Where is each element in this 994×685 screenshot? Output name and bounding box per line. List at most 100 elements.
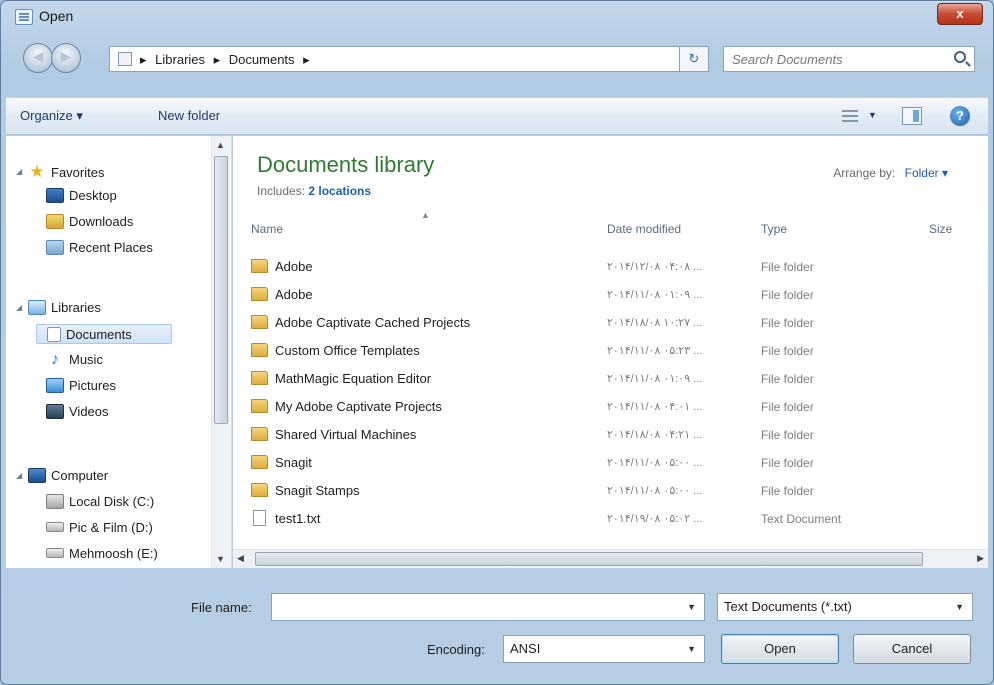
- file-type: File folder: [761, 484, 814, 498]
- file-type-select[interactable]: Text Documents (*.txt) ▼: [717, 593, 973, 621]
- preview-pane-icon[interactable]: [902, 107, 922, 125]
- crumb-documents[interactable]: Documents: [229, 52, 295, 67]
- file-name: Adobe: [251, 254, 313, 280]
- search-input[interactable]: [724, 47, 934, 71]
- back-button[interactable]: ◀: [23, 43, 53, 73]
- disk-icon: [46, 494, 64, 509]
- file-row[interactable]: My Adobe Captivate Projects ۲۰۱۴/۱۱/۰۸ ۰۴…: [251, 394, 961, 420]
- nav-item-videos[interactable]: Videos: [46, 402, 109, 422]
- horizontal-scrollbar[interactable]: ◀ ▶: [233, 549, 988, 568]
- nav-item-label: Local Disk (C:): [69, 494, 155, 509]
- nav-item-favorites[interactable]: ◢ ★ Favorites: [16, 162, 105, 182]
- nav-item-documents[interactable]: Documents: [36, 324, 172, 344]
- help-icon[interactable]: ?: [950, 106, 970, 126]
- nav-scrollbar[interactable]: ▲ ▼: [211, 136, 230, 568]
- file-name-text: Adobe: [275, 259, 313, 274]
- forward-button[interactable]: ▶: [51, 43, 81, 73]
- nav-item-libraries[interactable]: ◢ Libraries: [16, 298, 101, 318]
- column-header-type[interactable]: Type: [761, 222, 787, 236]
- file-row[interactable]: Adobe Captivate Cached Projects ۲۰۱۴/۱۸/۰…: [251, 310, 961, 336]
- open-button[interactable]: Open: [721, 634, 839, 664]
- column-header-size[interactable]: Size: [929, 222, 952, 236]
- nav-item-label: Music: [69, 352, 103, 367]
- nav-item-label: Computer: [51, 468, 109, 483]
- library-includes: Includes: 2 locations: [257, 184, 371, 198]
- expand-arrow-icon[interactable]: ◢: [16, 466, 22, 486]
- navigation-pane: ◢ ★ Favorites Desktop Downloads Recent Pla…: [6, 136, 232, 568]
- nav-item-label: Favorites: [51, 165, 105, 180]
- locations-link[interactable]: 2 locations: [308, 184, 371, 198]
- folder-icon: [251, 483, 268, 497]
- nav-item-label: Recent Places: [69, 240, 153, 255]
- file-row[interactable]: test1.txt ۲۰۱۴/۱۹/۰۸ ۰۵:۰۲ ... Text Docume…: [251, 506, 961, 532]
- computer-icon: [28, 468, 46, 483]
- arrange-by-dropdown[interactable]: Folder ▾: [905, 166, 948, 180]
- desktop-icon: [46, 188, 64, 203]
- nav-item-label: Mehmoosh (E:): [69, 546, 158, 561]
- scroll-thumb[interactable]: [255, 552, 923, 566]
- libraries-icon: [28, 300, 46, 315]
- scroll-down-icon[interactable]: ▼: [216, 554, 225, 564]
- nav-item-pic-film-d[interactable]: Pic & Film (D:): [46, 518, 153, 538]
- nav-item-mehmoosh-e[interactable]: Mehmoosh (E:): [46, 544, 158, 564]
- file-date: ۲۰۱۴/۱۸/۰۸ ۱۰:۲۷ ...: [607, 317, 703, 329]
- file-row[interactable]: Custom Office Templates ۲۰۱۴/۱۱/۰۸ ۰۵:۲۳ …: [251, 338, 961, 364]
- file-type: File folder: [761, 344, 814, 358]
- scroll-left-icon[interactable]: ◀: [237, 553, 244, 564]
- nav-item-local-disk-c[interactable]: Local Disk (C:): [46, 492, 154, 512]
- nav-item-downloads[interactable]: Downloads: [46, 212, 133, 232]
- organize-button[interactable]: Organize ▾: [20, 108, 83, 124]
- documents-icon: [47, 327, 61, 342]
- address-bar[interactable]: ▸ Libraries ▸ Documents ▸ ▼: [109, 46, 709, 72]
- refresh-button[interactable]: ↻: [679, 46, 709, 72]
- file-name-combo[interactable]: ▼: [271, 593, 705, 621]
- file-date: ۲۰۱۴/۱۱/۰۸ ۰۵:۲۳ ...: [607, 345, 703, 357]
- nav-item-computer[interactable]: ◢ Computer: [16, 466, 109, 486]
- file-type-dropdown-icon[interactable]: ▼: [955, 602, 964, 612]
- encoding-dropdown-icon[interactable]: ▼: [687, 644, 696, 654]
- sort-caret-icon: ▲: [421, 210, 430, 220]
- file-name: Snagit: [251, 450, 312, 476]
- encoding-select[interactable]: ANSI ▼: [503, 635, 705, 663]
- scroll-right-icon[interactable]: ▶: [977, 553, 984, 564]
- file-row[interactable]: Adobe ۲۰۱۴/۱۲/۰۸ ۰۴:۰۸ ... File folder: [251, 254, 961, 280]
- close-button[interactable]: x: [937, 3, 983, 25]
- search-box[interactable]: [723, 46, 975, 72]
- file-name-input[interactable]: [272, 594, 672, 620]
- nav-item-recent-places[interactable]: Recent Places: [46, 238, 153, 258]
- file-list-pane: Documents library Includes: 2 locations …: [233, 136, 988, 568]
- search-icon[interactable]: [954, 51, 966, 63]
- file-name-text: Snagit Stamps: [275, 483, 360, 498]
- open-dialog: Open x ◀ ▶ ▸ Libraries ▸ Documents ▸ ▼ ↻…: [0, 0, 994, 685]
- file-name: Shared Virtual Machines: [251, 422, 416, 448]
- nav-item-music[interactable]: ♪ Music: [46, 350, 103, 370]
- file-name: test1.txt: [251, 506, 321, 532]
- file-name-dropdown-icon[interactable]: ▼: [687, 602, 696, 612]
- column-header-name[interactable]: Name: [251, 222, 283, 236]
- toolbar: Organize ▾ New folder ▼ ?: [6, 97, 988, 135]
- file-row[interactable]: MathMagic Equation Editor ۲۰۱۴/۱۱/۰۸ ۰۱:۰…: [251, 366, 961, 392]
- scroll-thumb[interactable]: [214, 156, 228, 424]
- column-header-date[interactable]: Date modified: [607, 222, 681, 236]
- file-row[interactable]: Shared Virtual Machines ۲۰۱۴/۱۸/۰۸ ۰۴:۲۱ …: [251, 422, 961, 448]
- star-icon: ★: [29, 162, 45, 181]
- expand-arrow-icon[interactable]: ◢: [16, 162, 22, 182]
- crumb-libraries[interactable]: Libraries: [155, 52, 205, 67]
- file-row[interactable]: Adobe ۲۰۱۴/۱۱/۰۸ ۰۱:۰۹ ... File folder: [251, 282, 961, 308]
- file-name-text: Snagit: [275, 455, 312, 470]
- nav-item-pictures[interactable]: Pictures: [46, 376, 116, 396]
- file-row[interactable]: Snagit Stamps ۲۰۱۴/۱۱/۰۸ ۰۵:۰۰ ... File fo…: [251, 478, 961, 504]
- file-name-label: File name:: [191, 600, 252, 615]
- views-dropdown-icon[interactable]: ▼: [868, 110, 877, 120]
- nav-item-desktop[interactable]: Desktop: [46, 186, 117, 206]
- new-folder-button[interactable]: New folder: [158, 108, 220, 123]
- file-row[interactable]: Snagit ۲۰۱۴/۱۱/۰۸ ۰۵:۰۰ ... File folder: [251, 450, 961, 476]
- expand-arrow-icon[interactable]: ◢: [16, 298, 22, 318]
- file-name: Snagit Stamps: [251, 478, 360, 504]
- views-icon[interactable]: [842, 110, 858, 122]
- cancel-button[interactable]: Cancel: [853, 634, 971, 664]
- library-icon: [118, 52, 132, 66]
- file-name-text: MathMagic Equation Editor: [275, 371, 432, 386]
- scroll-up-icon[interactable]: ▲: [216, 140, 225, 150]
- folder-icon: [251, 371, 268, 385]
